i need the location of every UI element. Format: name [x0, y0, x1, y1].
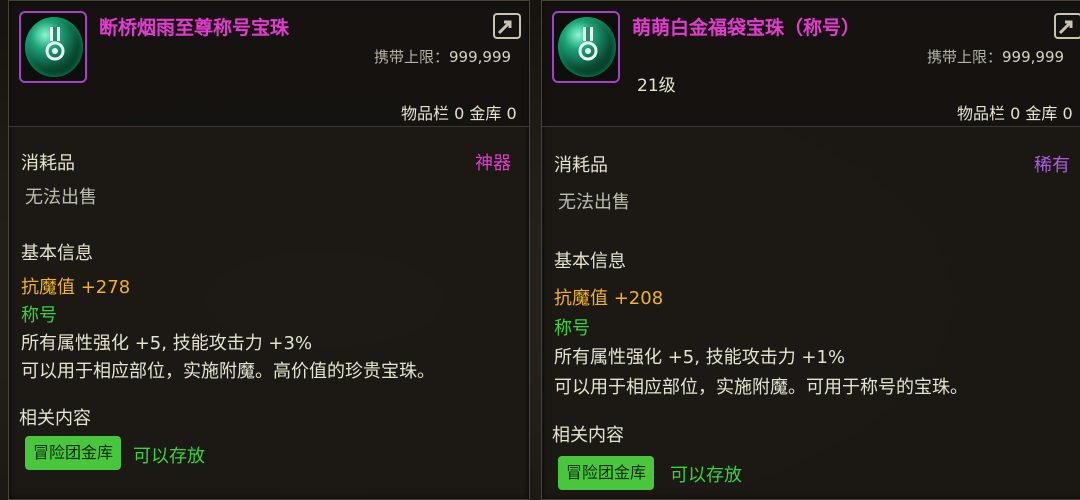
item-category: 消耗品	[21, 153, 75, 174]
carry-limit: 携带上限：999,999	[927, 48, 1065, 66]
rarity-label: 神器	[475, 153, 511, 174]
item-title: 萌萌白金福袋宝珠（称号）	[632, 17, 861, 39]
item-category: 消耗品	[554, 155, 608, 176]
tooltip-header: 萌萌白金福袋宝珠（称号） 携带上限：999,999 21级 物品栏 0 金库 0	[542, 1, 1080, 127]
adventure-vault-badge[interactable]: 冒险团金库	[558, 456, 655, 490]
section-related: 相关内容	[552, 425, 624, 446]
sell-status: 无法出售	[25, 187, 97, 208]
rarity-label: 稀有	[1034, 155, 1070, 176]
inventory-count: 物品栏 0 金库 0	[401, 104, 517, 123]
adventure-vault-badge[interactable]: 冒险团金库	[25, 436, 122, 470]
effect-text: 所有属性强化 +5, 技能攻击力 +3%	[21, 333, 313, 354]
carry-limit: 携带上限：999,999	[374, 48, 512, 66]
effect-text: 所有属性强化 +5, 技能攻击力 +1%	[554, 347, 846, 368]
stat-value: 抗魔值 +278	[21, 277, 131, 298]
section-basic-info: 基本信息	[554, 251, 626, 272]
section-basic-info: 基本信息	[21, 243, 93, 264]
description-text: 可以用于相应部位，实施附魔。高价值的珍贵宝珠。	[21, 361, 435, 382]
sell-status: 无法出售	[558, 192, 630, 213]
item-tooltip-1: 断桥烟雨至尊称号宝珠 携带上限：999,999 物品栏 0 金库 0 消耗品 神…	[8, 0, 530, 500]
tooltip-header: 断桥烟雨至尊称号宝珠 携带上限：999,999 物品栏 0 金库 0	[9, 1, 529, 127]
bead-orb-icon	[19, 11, 87, 83]
bead-orb-icon	[552, 11, 620, 83]
store-status: 可以存放	[133, 446, 205, 467]
item-title: 断桥烟雨至尊称号宝珠	[99, 17, 290, 39]
item-level: 21级	[637, 76, 676, 96]
share-icon[interactable]	[1054, 13, 1080, 39]
title-label: 称号	[21, 305, 57, 326]
item-tooltip-2: 萌萌白金福袋宝珠（称号） 携带上限：999,999 21级 物品栏 0 金库 0…	[541, 0, 1080, 500]
description-text: 可以用于相应部位，实施附魔。可用于称号的宝珠。	[554, 377, 968, 398]
store-status: 可以存放	[670, 465, 742, 486]
section-related: 相关内容	[19, 408, 91, 429]
title-label: 称号	[554, 318, 590, 339]
share-icon[interactable]	[493, 13, 521, 39]
stat-value: 抗魔值 +208	[554, 288, 664, 309]
inventory-count: 物品栏 0 金库 0	[957, 104, 1073, 123]
